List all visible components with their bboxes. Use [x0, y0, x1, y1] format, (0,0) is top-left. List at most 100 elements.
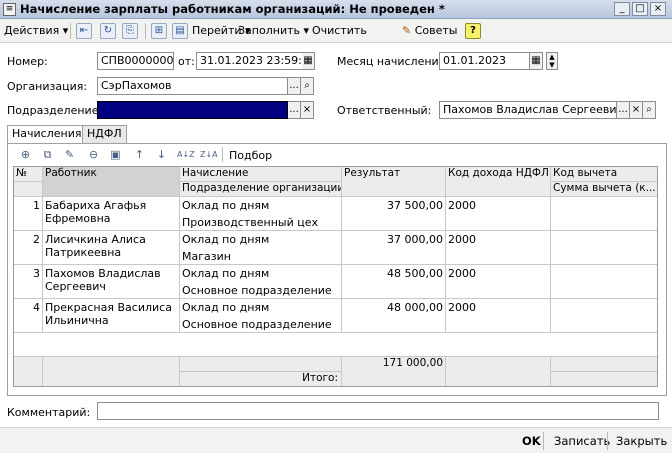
toolbar-separator: [145, 23, 146, 39]
footer-cell: [180, 357, 342, 372]
fill-menu[interactable]: Заполнить ▾: [238, 22, 309, 40]
calendar-icon[interactable]: ▦: [530, 52, 543, 70]
row-number: 4: [14, 299, 43, 333]
income-code-cell[interactable]: 2000: [446, 299, 551, 333]
number-field[interactable]: СПВ00000001: [97, 52, 174, 70]
organization-field[interactable]: СэрПахомов: [97, 77, 288, 95]
refresh-icon[interactable]: ↻: [100, 23, 116, 39]
ok-button[interactable]: OK: [522, 434, 541, 448]
footer-cell: [43, 357, 180, 386]
sort-descending-icon[interactable]: Z↓A: [200, 147, 218, 162]
month-field[interactable]: 01.01.2023: [439, 52, 530, 70]
tips-button[interactable]: ✎ Советы: [402, 22, 457, 40]
search-icon[interactable]: ⌕: [301, 77, 314, 95]
column-header-deduction-sum[interactable]: Сумма вычета (к...: [551, 182, 657, 197]
income-code-cell[interactable]: 2000: [446, 231, 551, 265]
number-label: Номер:: [7, 55, 48, 68]
column-header-deduction-code[interactable]: Код вычета: [551, 167, 657, 182]
department-cell[interactable]: Основное подразделение: [180, 316, 342, 333]
close-button[interactable]: Закрыть: [616, 434, 667, 448]
tab-accruals[interactable]: Начисления: [7, 125, 87, 144]
row-number: 3: [14, 265, 43, 299]
copy-row-icon[interactable]: ⧉: [40, 147, 55, 162]
tab-ndfl[interactable]: НДФЛ: [82, 125, 127, 143]
column-header-accrual[interactable]: Начисление: [180, 167, 342, 182]
result-cell[interactable]: 48 500,00: [342, 265, 446, 299]
actions-menu[interactable]: Действия ▾: [4, 22, 68, 40]
department-select-button[interactable]: ...: [288, 101, 301, 119]
accrual-cell[interactable]: Оклад по дням: [180, 265, 342, 282]
clear-icon[interactable]: ×: [301, 101, 314, 119]
result-cell[interactable]: 37 500,00: [342, 197, 446, 231]
minimize-button[interactable]: _: [614, 2, 630, 16]
department-label: Подразделение:: [7, 104, 103, 117]
deduction-cell[interactable]: [551, 299, 657, 333]
edit-row-icon[interactable]: ✎: [62, 147, 77, 162]
document-icon: ≡: [3, 3, 16, 16]
save-button[interactable]: Записать: [554, 434, 610, 448]
responsible-field[interactable]: Пахомов Владислав Сергеевич: [439, 101, 617, 119]
help-icon[interactable]: ?: [465, 23, 481, 39]
deduction-cell[interactable]: [551, 197, 657, 231]
deduction-cell[interactable]: [551, 265, 657, 299]
pick-button[interactable]: Подбор: [229, 149, 272, 162]
month-label: Месяц начисления:: [337, 55, 449, 68]
search-icon[interactable]: ⌕: [643, 101, 656, 119]
accruals-table[interactable]: № Работник Начисление Результат Код дохо…: [13, 166, 658, 387]
column-header-department[interactable]: Подразделение организации: [180, 182, 342, 197]
month-spinner[interactable]: ▲ ▼: [546, 52, 558, 70]
clear-button[interactable]: Очистить: [312, 22, 367, 40]
employee-cell[interactable]: Пахомов Владислав Сергеевич: [43, 265, 180, 299]
structure-icon[interactable]: ⊞: [151, 23, 167, 39]
deduction-cell[interactable]: [551, 231, 657, 265]
move-down-icon[interactable]: ↓: [154, 147, 169, 162]
accrual-cell[interactable]: Оклад по дням: [180, 231, 342, 248]
column-header-income-code[interactable]: Код дохода НДФЛ: [446, 167, 551, 197]
table-empty-area[interactable]: [14, 333, 657, 357]
window-title: Начисление зарплаты работникам организац…: [20, 2, 445, 16]
employee-cell[interactable]: Бабариха Агафья Ефремовна: [43, 197, 180, 231]
employee-cell[interactable]: Лисичкина Алиса Патрикеевна: [43, 231, 180, 265]
post-and-close-icon[interactable]: ⇤: [76, 23, 92, 39]
maximize-button[interactable]: □: [632, 2, 648, 16]
comment-field[interactable]: [97, 402, 659, 420]
responsible-select-button[interactable]: ...: [617, 101, 630, 119]
column-header-blank: [14, 182, 43, 197]
department-cell[interactable]: Производственный цех №1: [180, 214, 342, 231]
move-up-icon[interactable]: ↑: [132, 147, 147, 162]
close-window-button[interactable]: ×: [650, 2, 666, 16]
income-code-cell[interactable]: 2000: [446, 265, 551, 299]
result-cell[interactable]: 48 000,00: [342, 299, 446, 333]
department-cell[interactable]: Магазин: [180, 248, 342, 265]
column-header-result[interactable]: Результат: [342, 167, 446, 197]
main-toolbar: Действия ▾ ⇤ ↻ ⎘ ⊞ ▤ Перейти ▾ Заполнить…: [0, 19, 672, 43]
employee-cell[interactable]: Прекрасная Василиса Ильинична: [43, 299, 180, 333]
clear-icon[interactable]: ×: [630, 101, 643, 119]
department-field[interactable]: [97, 101, 288, 119]
responsible-label: Ответственный:: [337, 104, 432, 117]
footer-cell: [551, 357, 657, 372]
income-code-cell[interactable]: 2000: [446, 197, 551, 231]
department-cell[interactable]: Основное подразделение: [180, 282, 342, 299]
organization-select-button[interactable]: ...: [288, 77, 301, 95]
window-title-bar[interactable]: ≡ Начисление зарплаты работникам организ…: [0, 0, 672, 19]
delete-row-icon[interactable]: ⊖: [86, 147, 101, 162]
date-field[interactable]: 31.01.2023 23:59:59: [196, 52, 303, 70]
copy-icon[interactable]: ⎘: [122, 23, 138, 39]
comment-label: Комментарий:: [7, 406, 91, 419]
date-from-label: от:: [178, 55, 195, 68]
accrual-cell[interactable]: Оклад по дням: [180, 197, 342, 214]
sort-ascending-icon[interactable]: A↓Z: [177, 147, 195, 162]
footer-cell: [446, 357, 551, 386]
tab-strip: Начисления НДФЛ: [7, 125, 667, 144]
row-number: 2: [14, 231, 43, 265]
column-header-employee[interactable]: Работник: [43, 167, 180, 197]
end-edit-icon[interactable]: ▣: [108, 147, 123, 162]
result-cell[interactable]: 37 000,00: [342, 231, 446, 265]
print-icon[interactable]: ▤: [172, 23, 188, 39]
add-row-icon[interactable]: ⊕: [18, 147, 33, 162]
calendar-icon[interactable]: ▦: [302, 52, 315, 70]
footer-cell: [14, 357, 43, 386]
accrual-cell[interactable]: Оклад по дням: [180, 299, 342, 316]
column-header-number[interactable]: №: [14, 167, 43, 182]
